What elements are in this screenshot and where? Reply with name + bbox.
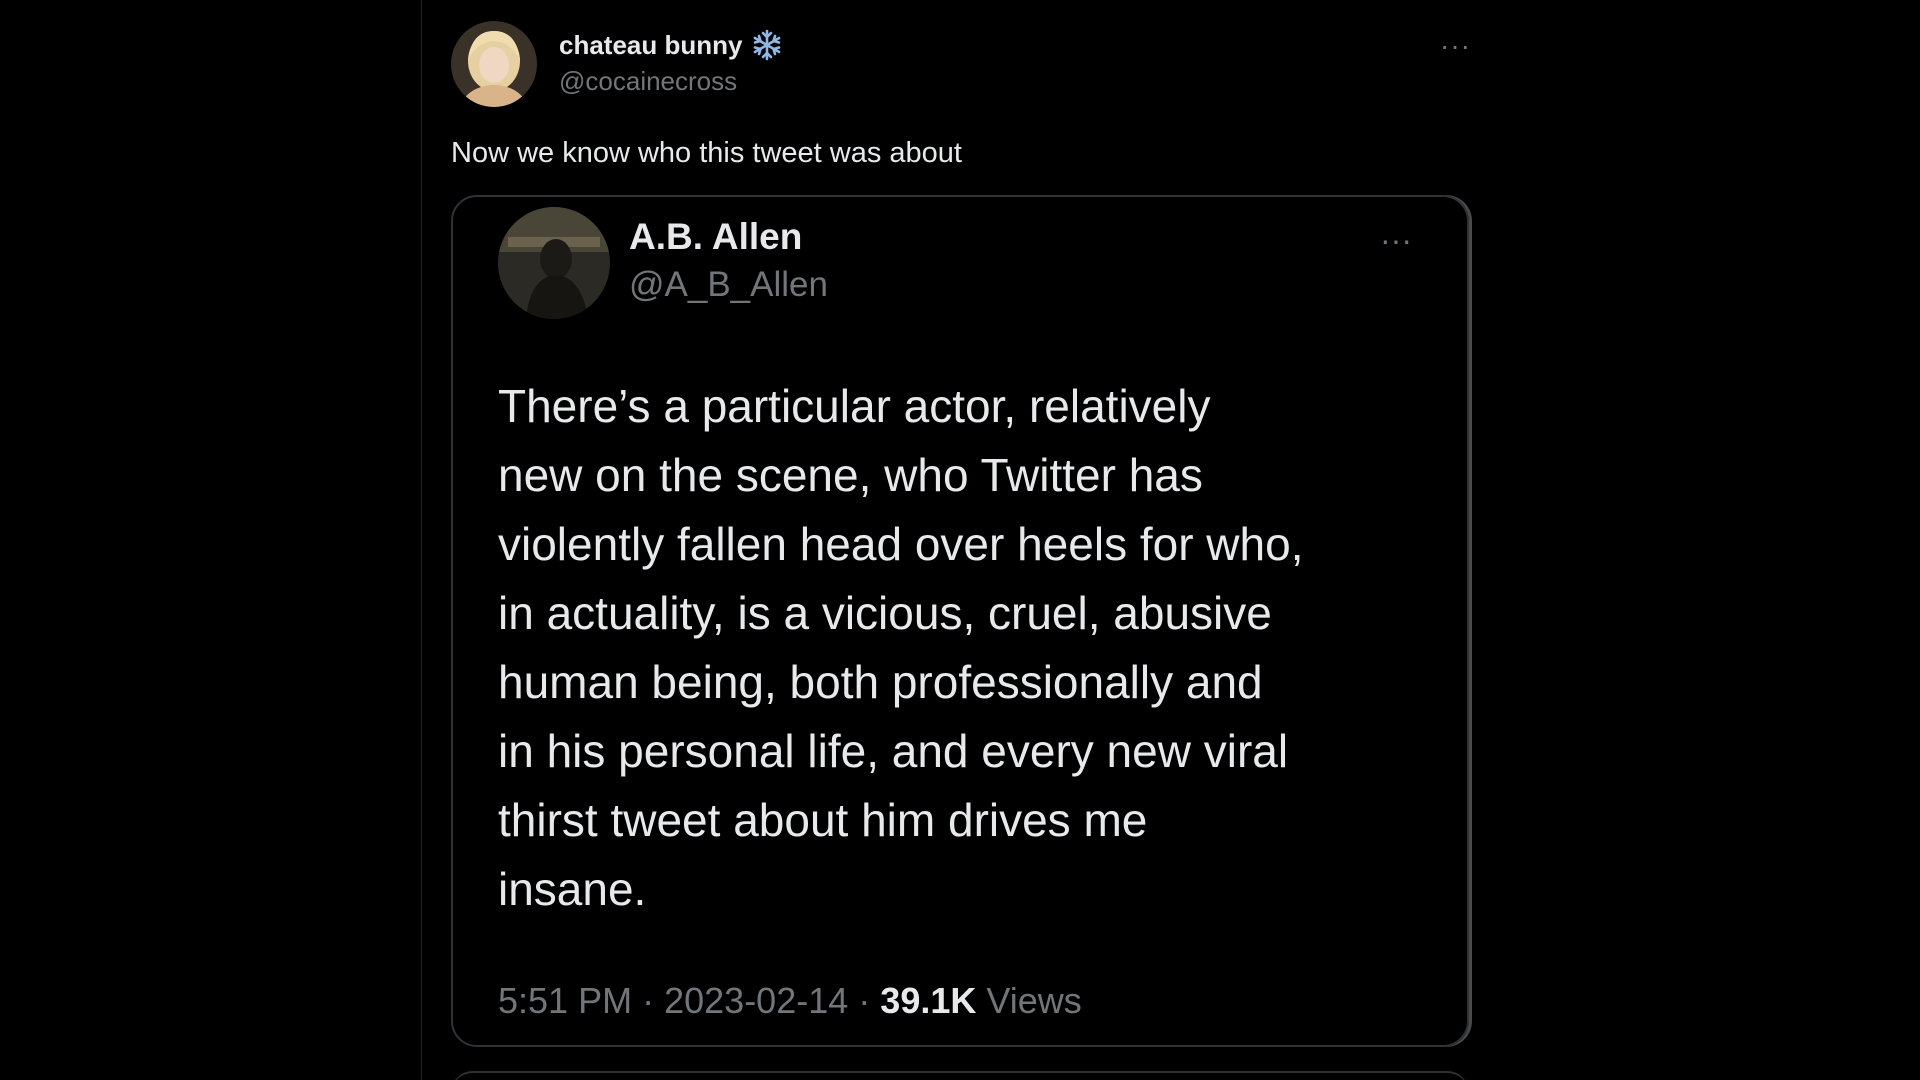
quoted-tweet-meta: 5:51 PM · 2023-02-14 · 39.1K Views: [498, 980, 1082, 1022]
tweet-text: Now we know who this tweet was about: [451, 137, 962, 169]
quoted-text-line: insane.: [498, 863, 647, 915]
quoted-author-display-name[interactable]: A.B. Allen: [629, 216, 802, 258]
avatar-photo: [451, 21, 537, 107]
quoted-text-line: violently fallen head over heels for who…: [498, 518, 1304, 570]
views-label: Views: [986, 980, 1082, 1021]
more-options-icon[interactable]: ···: [1440, 30, 1471, 62]
author-avatar[interactable]: [451, 21, 537, 107]
snowflake-icon: [750, 28, 784, 62]
quoted-author-handle[interactable]: @A_B_Allen: [629, 265, 828, 305]
next-card-edge: [451, 1071, 1469, 1080]
views-count: 39.1K: [880, 980, 977, 1021]
quoted-author-avatar[interactable]: [498, 207, 610, 319]
meta-separator: ·: [858, 980, 871, 1021]
avatar-photo: [498, 207, 610, 319]
tweet-date[interactable]: 2023-02-14: [664, 980, 848, 1021]
author-handle[interactable]: @cocainecross: [559, 66, 737, 97]
quoted-tweet-text: There’s a particular actor, relatively n…: [498, 372, 1438, 924]
quoted-more-options-icon[interactable]: ···: [1380, 222, 1412, 259]
meta-separator: ·: [642, 980, 655, 1021]
quoted-text-line: human being, both professionally and: [498, 656, 1263, 708]
quoted-text-line: thirst tweet about him drives me: [498, 794, 1148, 846]
quoted-text-line: in his personal life, and every new vira…: [498, 725, 1289, 777]
page: chateau bunny @cocainecross ··· Now we k…: [0, 0, 1920, 1080]
quoted-text-line: new on the scene, who Twitter has: [498, 449, 1203, 501]
author-name-text[interactable]: chateau bunny: [559, 30, 742, 61]
author-display-name[interactable]: chateau bunny: [559, 28, 784, 62]
quoted-text-line: in actuality, is a vicious, cruel, abusi…: [498, 587, 1272, 639]
tweet-time[interactable]: 5:51 PM: [498, 980, 632, 1021]
quoted-text-line: There’s a particular actor, relatively: [498, 380, 1211, 432]
